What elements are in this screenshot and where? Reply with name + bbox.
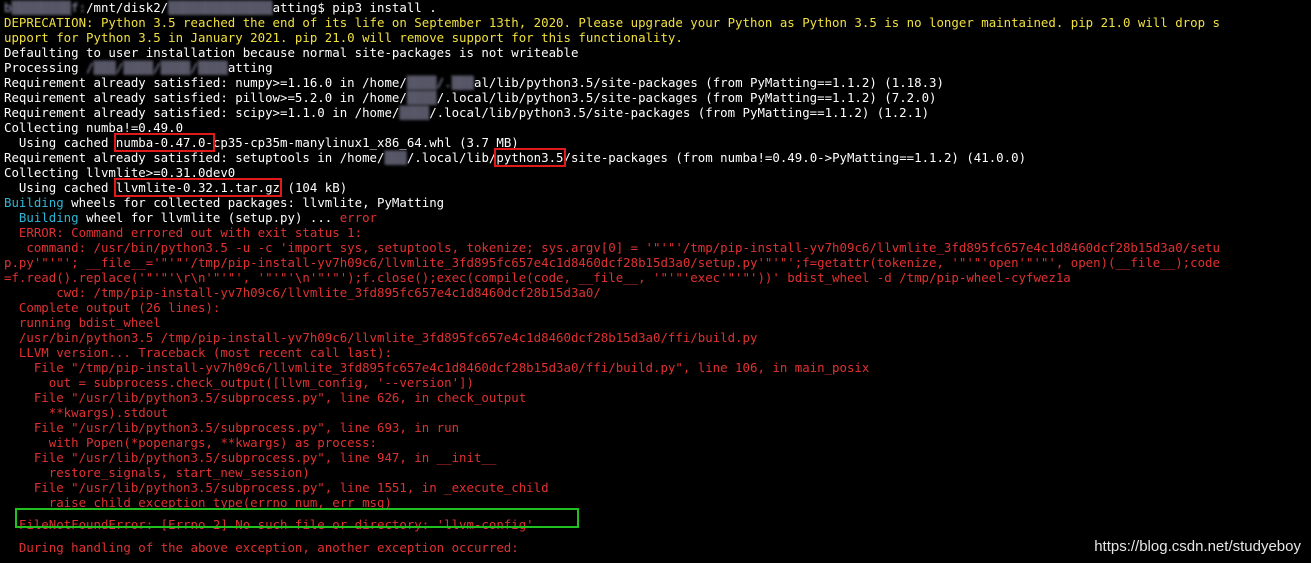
traceback-line: restore_signals, start_new_session) [4, 465, 310, 480]
terminal-window[interactable]: b▒▒▒▒▒▒▒▒f:/mnt/disk2/▒▒▒▒▒▒▒▒▒▒▒▒▒▒atti… [4, 0, 1311, 563]
output-text: Processing [4, 60, 87, 75]
traceback-line: **kwargs).stdout [4, 405, 169, 420]
output-text: /.local/lib/python3.5/site-packages (fro… [436, 90, 937, 105]
cached-numba-line: Using cached numba-0.47.0-cp35-cp35m-man… [4, 133, 519, 152]
redacted-username: ▒▒▒ [384, 150, 407, 165]
requirement-scipy-line: Requirement already satisfied: scipy>=1.… [4, 105, 929, 120]
prompt-command: pip3 install . [332, 0, 437, 15]
traceback-line: out = subprocess.check_output([llvm_conf… [4, 375, 474, 390]
requirement-setuptools-line: Requirement already satisfied: setuptool… [4, 148, 1027, 167]
collecting-llvmlite-line: Collecting llvmlite>=0.31.0dev0 [4, 165, 236, 180]
error-command-line1: command: /usr/bin/python3.5 -u -c 'impor… [4, 240, 1220, 255]
prompt-path: /mnt/disk2/ [86, 0, 169, 15]
numba-version-highlight: numba-0.47.0- [113, 133, 215, 152]
traceback-line: File "/usr/lib/python3.5/subprocess.py",… [4, 390, 527, 405]
exception-handling-line: During handling of the above exception, … [4, 540, 519, 555]
output-text: wheels for collected packages: llvmlite,… [63, 195, 445, 210]
traceback-line: LLVM version... Traceback (most recent c… [4, 345, 392, 360]
building-keyword: Building [4, 195, 64, 210]
output-text: Requirement already satisfied: pillow>=5… [4, 90, 407, 105]
building-wheels-line: Building wheels for collected packages: … [4, 195, 444, 210]
requirement-pillow-line: Requirement already satisfied: pillow>=5… [4, 90, 937, 105]
output-text: /.local/lib/ [406, 150, 497, 165]
error-command-line2: p.py'"'"'; __file__='"'"'/tmp/pip-instal… [4, 255, 1220, 270]
output-line: Defaulting to user installation because … [4, 45, 579, 60]
building-wheel-llvmlite-line: Building wheel for llvmlite (setup.py) .… [4, 210, 377, 225]
error-cwd-line: cwd: /tmp/pip-install-yv7h09c6/llvmlite_… [4, 285, 601, 300]
error-command-line3: =f.read().replace('"'"'\r\n'"'"', '"'"'\… [4, 270, 1071, 285]
collecting-numba-line: Collecting numba!=0.49.0 [4, 120, 184, 135]
traceback-line: with Popen(*popenargs, **kwargs) as proc… [4, 435, 377, 450]
deprecation-warning-line2: upport for Python 3.5 in January 2021. p… [4, 30, 683, 45]
traceback-line: File "/usr/lib/python3.5/subprocess.py",… [4, 420, 460, 435]
filenotfound-highlight-box [15, 508, 579, 528]
redacted-path: /▒▒▒/▒▒▒▒/▒▒▒▒/▒▒▒▒ [86, 60, 228, 75]
output-text: Requirement already satisfied: scipy>=1.… [4, 105, 400, 120]
redacted-username: ▒▒▒▒ [406, 90, 437, 105]
traceback-line: File "/usr/lib/python3.5/subprocess.py",… [4, 480, 549, 495]
llvmlite-version-highlight: llvmlite-0.32.1.tar.gz [113, 178, 283, 197]
output-text: wheel for llvmlite (setup.py) ... [78, 210, 340, 225]
processing-line: Processing /▒▒▒/▒▒▒▒/▒▒▒▒/▒▒▒▒atting [4, 60, 273, 75]
redacted-username: ▒▒▒▒ [399, 105, 430, 120]
deprecation-warning-line1: DEPRECATION: Python 3.5 reached the end … [4, 15, 1220, 30]
output-text: Requirement already satisfied: numpy>=1.… [4, 75, 407, 90]
watermark: https://blog.csdn.net/studyeboy [1094, 538, 1301, 555]
output-text: Using cached [4, 180, 116, 195]
prompt-path-end: atting$ [272, 0, 333, 15]
output-text: /site-packages (from numba!=0.49.0->PyMa… [563, 150, 1027, 165]
building-keyword: Building [4, 210, 79, 225]
output-text: (104 kB) [280, 180, 348, 195]
output-text: al/lib/python3.5/site-packages (from PyM… [473, 75, 944, 90]
output-text: cp35-cp35m-manylinux1_x86_64.whl (3.7 MB… [212, 135, 519, 150]
error-output-line: running bdist_wheel [4, 315, 161, 330]
output-text: /.local/lib/python3.5/site-packages (fro… [429, 105, 930, 120]
requirement-numpy-line: Requirement already satisfied: numpy>=1.… [4, 75, 944, 90]
error-line: ERROR: Command errored out with exit sta… [4, 225, 363, 240]
python-version-highlight: python3.5 [494, 148, 566, 167]
traceback-line: File "/usr/lib/python3.5/subprocess.py",… [4, 450, 497, 465]
redacted-user-host: b▒▒▒▒▒▒▒▒f: [4, 0, 87, 15]
output-text: Using cached [4, 135, 116, 150]
error-output-line: Complete output (26 lines): [4, 300, 221, 315]
output-text: atting [227, 60, 273, 75]
error-output-line: /usr/bin/python3.5 /tmp/pip-install-yv7h… [4, 330, 758, 345]
output-text: Requirement already satisfied: setuptool… [4, 150, 385, 165]
prompt-line: b▒▒▒▒▒▒▒▒f:/mnt/disk2/▒▒▒▒▒▒▒▒▒▒▒▒▒▒atti… [4, 0, 437, 15]
cached-llvmlite-line: Using cached llvmlite-0.32.1.tar.gz (104… [4, 178, 348, 197]
redacted-username: ▒▒▒▒/.▒▒▒ [406, 75, 474, 90]
traceback-line: File "/tmp/pip-install-yv7h09c6/llvmlite… [4, 360, 870, 375]
error-status: error [339, 210, 378, 225]
redacted-path: ▒▒▒▒▒▒▒▒▒▒▒▒▒▒ [168, 0, 273, 15]
